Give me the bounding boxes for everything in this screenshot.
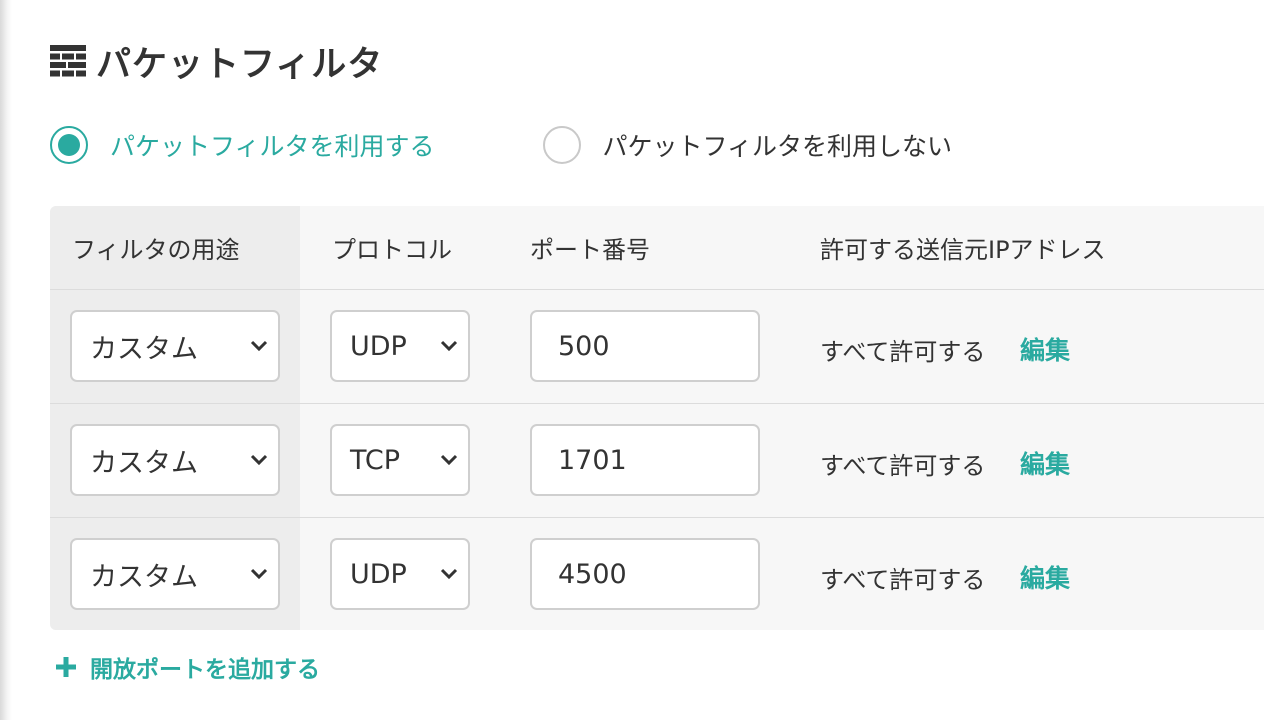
header-port: ポート番号 [530, 236, 650, 264]
radio-dot [58, 134, 80, 156]
filter-mode-radio-group: パケットフィルタを利用する パケットフィルタを利用しない [50, 126, 952, 164]
radio-button-unchecked[interactable] [542, 126, 581, 164]
source-ip-value: すべて許可する [820, 338, 986, 366]
header-protocol: プロトコル [332, 236, 452, 264]
protocol-select[interactable]: TCP [330, 424, 470, 496]
source-ip-value: すべて許可する [820, 566, 986, 594]
add-port-button[interactable]: 開放ポートを追加する [56, 650, 320, 684]
radio-no-filter[interactable]: パケットフィルタを利用しない [542, 126, 953, 164]
radio-label-use: パケットフィルタを利用する [110, 132, 435, 161]
brick-wall-icon [50, 45, 86, 77]
chevron-down-icon [250, 340, 268, 352]
protocol-select-value: UDP [350, 330, 407, 362]
row-divider [50, 403, 1264, 404]
usage-select-value: カスタム [90, 447, 198, 479]
usage-select[interactable]: カスタム [70, 538, 280, 610]
source-ip-value: すべて許可する [820, 452, 986, 480]
edit-link[interactable]: 編集 [1020, 559, 1070, 595]
chevron-down-icon [440, 454, 458, 466]
row-divider [50, 289, 1264, 290]
port-input[interactable] [530, 424, 760, 496]
add-port-label: 開放ポートを追加する [90, 657, 320, 683]
packet-filter-table: フィルタの用途 プロトコル ポート番号 許可する送信元IPアドレス カスタム U… [50, 206, 1264, 630]
plus-icon [56, 657, 76, 677]
header-usage: フィルタの用途 [72, 236, 240, 264]
protocol-select[interactable]: UDP [330, 310, 470, 382]
edit-link[interactable]: 編集 [1020, 445, 1070, 481]
header-source-ip: 許可する送信元IPアドレス [820, 236, 1106, 264]
port-input[interactable] [530, 538, 760, 610]
radio-use-filter[interactable]: パケットフィルタを利用する [50, 126, 435, 164]
usage-select[interactable]: カスタム [70, 424, 280, 496]
usage-select-value: カスタム [90, 333, 198, 365]
chevron-down-icon [440, 340, 458, 352]
section-header: パケットフィルタ [50, 38, 384, 85]
usage-select[interactable]: カスタム [70, 310, 280, 382]
chevron-down-icon [440, 568, 458, 580]
port-input[interactable] [530, 310, 760, 382]
row-divider [50, 517, 1264, 518]
radio-label-no-use: パケットフィルタを利用しない [602, 132, 953, 161]
edit-link[interactable]: 編集 [1020, 331, 1070, 367]
protocol-select-value: TCP [350, 444, 401, 476]
protocol-select[interactable]: UDP [330, 538, 470, 610]
chevron-down-icon [250, 568, 268, 580]
radio-button-checked[interactable] [50, 126, 88, 164]
page-title: パケットフィルタ [96, 44, 384, 85]
protocol-select-value: UDP [350, 558, 407, 590]
chevron-down-icon [250, 454, 268, 466]
window-edge-shadow [0, 0, 12, 720]
usage-select-value: カスタム [90, 561, 198, 593]
